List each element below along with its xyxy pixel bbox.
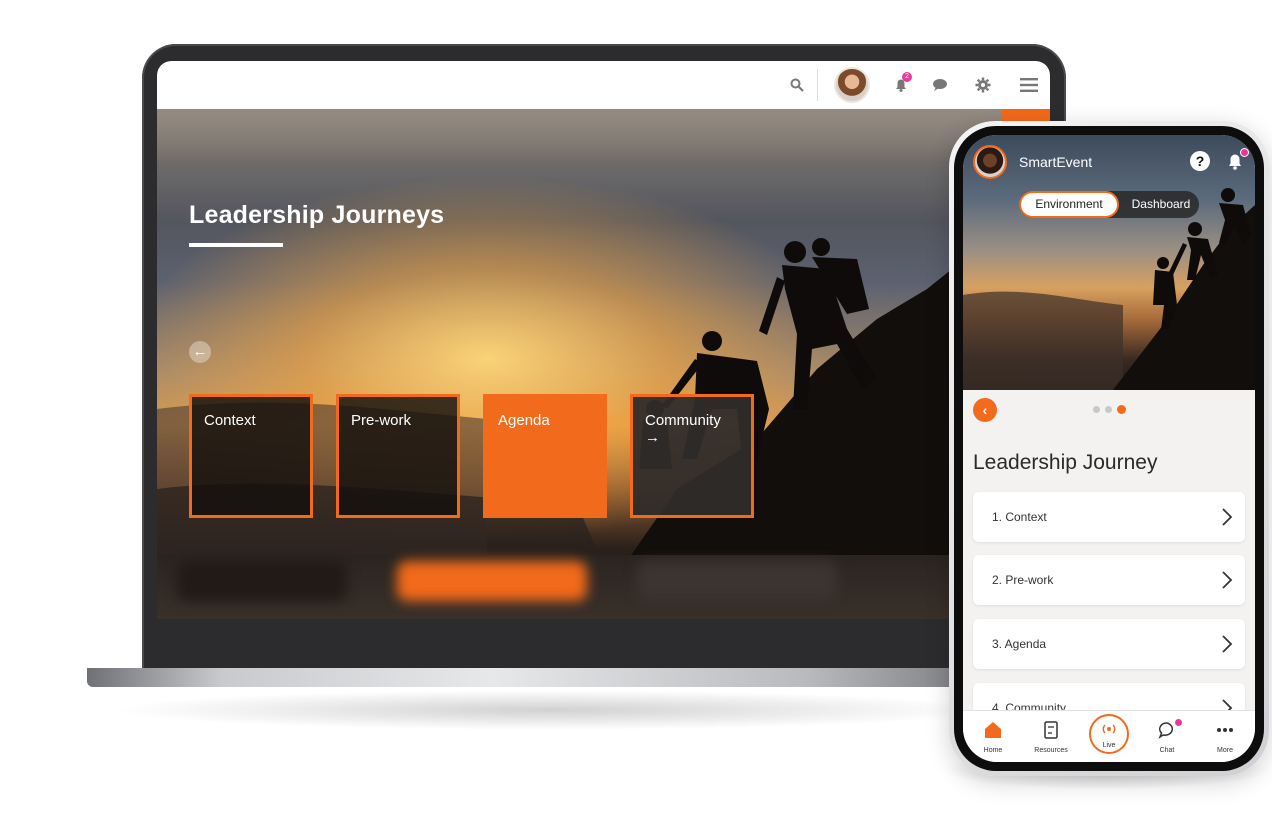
phone-screen: SmartEvent ? Environment Dashboard ‹ Lea… (963, 135, 1255, 762)
tab-live[interactable]: Live (1081, 711, 1137, 762)
blurred-row-item (397, 561, 587, 601)
tab-resources[interactable]: Resources (1023, 711, 1079, 762)
app-name: SmartEvent (1019, 154, 1093, 170)
tab-label: More (1217, 747, 1233, 754)
chevron-right-icon (1222, 635, 1233, 653)
blurred-row-item (177, 561, 347, 601)
gear-icon[interactable] (971, 73, 995, 97)
broadcast-icon (1102, 724, 1116, 734)
chat-icon[interactable] (928, 73, 952, 97)
avatar[interactable] (973, 145, 1007, 179)
back-arrow-button[interactable]: ← (189, 341, 211, 363)
journey-item-label: 3. Agenda (992, 637, 1047, 651)
tile-label: Pre-work (351, 412, 412, 429)
more-dots-icon (1217, 728, 1233, 732)
section-title: Leadership Journey (973, 451, 1158, 474)
hero-title: Leadership Journeys (189, 201, 445, 229)
tile-label: Context (204, 412, 256, 429)
phone-hiker-silhouette-image (963, 188, 1255, 390)
laptop-screen: Leadership Journeys ← Context Pre-work A… (157, 61, 1050, 619)
tab-home[interactable]: Home (965, 711, 1021, 762)
topbar-divider (817, 69, 818, 101)
tab-label: Live (1102, 742, 1116, 749)
segment-environment[interactable]: Environment (1019, 191, 1119, 218)
journey-item-pre-work[interactable]: 2. Pre-work (973, 555, 1245, 605)
arrow-right-icon: → (645, 429, 660, 446)
tab-label: Home (983, 747, 1003, 754)
book-icon (1044, 721, 1058, 739)
tile-context[interactable]: Context (189, 394, 313, 518)
tab-more[interactable]: More (1197, 711, 1253, 762)
chevron-right-icon (1222, 508, 1233, 526)
avatar[interactable] (834, 67, 870, 103)
journey-item-context[interactable]: 1. Context (973, 492, 1245, 542)
chat-notification-dot (1175, 719, 1182, 726)
carousel-dot[interactable] (1093, 406, 1100, 413)
carousel-dot-active[interactable] (1117, 405, 1126, 414)
tab-label: Resources (1034, 747, 1068, 754)
notification-badge: 2 (902, 72, 912, 82)
hiker-silhouette-image (157, 199, 1050, 619)
bottom-tab-bar: Home Resources Live Chat More (963, 710, 1255, 762)
segment-dashboard[interactable]: Dashboard (1123, 191, 1199, 218)
laptop-shadow (110, 690, 990, 730)
tile-agenda[interactable]: Agenda (483, 394, 607, 518)
chevron-right-icon (1222, 571, 1233, 589)
tab-chat[interactable]: Chat (1139, 711, 1195, 762)
journey-item-agenda[interactable]: 3. Agenda (973, 619, 1245, 669)
carousel-back-button[interactable]: ‹ (973, 398, 997, 422)
search-icon[interactable] (785, 73, 809, 97)
carousel-dot[interactable] (1105, 406, 1112, 413)
marketing-stage: Leadership Journeys ← Context Pre-work A… (0, 0, 1272, 817)
home-icon (985, 722, 1001, 738)
chat-bubble-icon (1158, 722, 1173, 739)
notification-dot (1240, 148, 1249, 157)
laptop-base (87, 668, 987, 687)
hero-title-underline (189, 243, 283, 247)
journey-item-label: 1. Context (992, 510, 1047, 524)
tile-label: Community (645, 412, 721, 429)
journey-item-label: 2. Pre-work (992, 573, 1054, 587)
tile-pre-work[interactable]: Pre-work (336, 394, 460, 518)
tab-label: Chat (1159, 747, 1175, 754)
blurred-row-item (637, 561, 837, 601)
help-icon[interactable]: ? (1190, 151, 1210, 171)
tile-label: Agenda (498, 412, 550, 429)
menu-icon[interactable] (1017, 73, 1041, 97)
app-top-bar (157, 61, 1050, 109)
tile-community[interactable]: Community → (630, 394, 754, 518)
